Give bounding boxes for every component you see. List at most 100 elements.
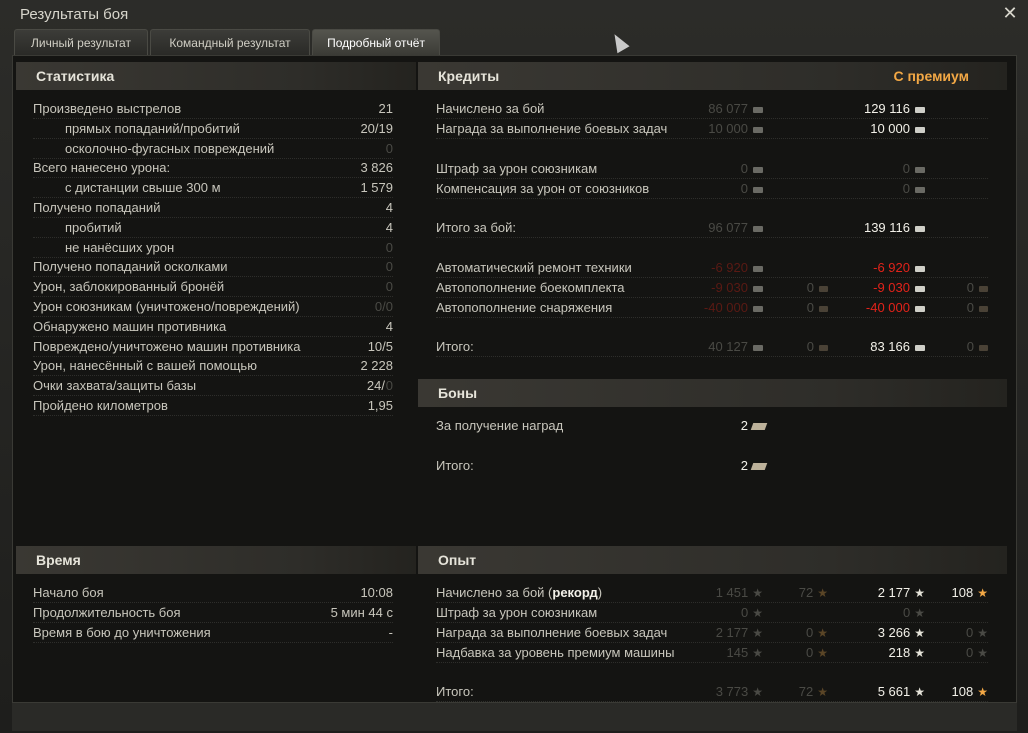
free-xp-premium-value: 0 ★ xyxy=(966,643,988,663)
close-icon[interactable]: ✕ xyxy=(1000,3,1020,23)
credit-icon xyxy=(753,265,763,272)
gold-base-value: 0 xyxy=(807,337,828,357)
report-content: Статистика Произведено выстрелов 21 прямых… xyxy=(12,55,1017,703)
stats-row: Очки захвата/защиты базы 24/0 xyxy=(33,376,393,397)
stats-label: пробитий xyxy=(65,219,122,235)
stats-row: Пройдено километров 1,95 xyxy=(33,396,393,416)
stats-row: Обнаружено машин противника 4 xyxy=(33,317,393,337)
credit-icon xyxy=(753,186,763,193)
stats-value: 0 xyxy=(385,239,393,255)
free-xp-star-icon: ★ xyxy=(817,626,828,640)
gold-icon xyxy=(819,305,828,312)
free-xp-star-icon: ★ xyxy=(977,685,988,699)
credits-base-amount: 0 xyxy=(740,161,748,176)
bonds-label: За получение наград xyxy=(436,418,564,433)
stats-row: с дистанции свыше 300 м 1 579 xyxy=(33,178,393,199)
window-title: Результаты боя xyxy=(20,6,129,23)
credits-row: Итого за бой: 96 077 139 116 xyxy=(436,218,988,238)
credit-icon xyxy=(753,166,763,173)
credits-row: Компенсация за урон от союзников 0 0 xyxy=(436,179,988,199)
xp-star-icon: ★ xyxy=(752,685,763,699)
stats-label: Урон, нанесённый с вашей помощью xyxy=(33,358,257,374)
credits-premium-value: -40 000 xyxy=(866,298,925,318)
stats-row: Получено попаданий 4 xyxy=(33,198,393,218)
time-row: Продолжительность боя 5 мин 44 с xyxy=(33,603,393,623)
stats-label: Повреждено/уничтожено машин противника xyxy=(33,338,301,354)
xp-premium-value: 218 ★ xyxy=(889,643,925,663)
xp-premium-amount: 0 xyxy=(903,605,911,620)
free-xp-base-amount: 0 xyxy=(806,625,814,640)
credit-icon xyxy=(753,344,763,351)
stats-row: пробитий 4 xyxy=(33,218,393,238)
credits-premium-value: 10 000 xyxy=(870,119,925,139)
xp-label: Надбавка за уровень премиум машины xyxy=(436,643,674,663)
tab-team-result[interactable]: Командный результат xyxy=(150,29,310,55)
credit-icon xyxy=(915,265,925,272)
stats-value-secondary: 0 xyxy=(385,378,393,394)
stats-label: осколочно-фугасных повреждений xyxy=(65,140,275,156)
stats-label: Всего нанесено урона: xyxy=(33,160,171,176)
xp-record-label: рекорд xyxy=(552,585,598,600)
credits-label: Автопополнение снаряжения xyxy=(436,300,613,315)
credit-icon xyxy=(753,106,763,113)
gold-icon xyxy=(819,285,828,292)
credits-base-amount: 0 xyxy=(740,181,748,196)
bottom-bar xyxy=(12,703,1017,731)
free-xp-premium-value: 108 ★ xyxy=(952,682,988,702)
credit-icon xyxy=(915,106,925,113)
credits-base-amount: -6 920 xyxy=(711,260,748,275)
credits-premium-value: 0 xyxy=(903,159,925,179)
xp-premium-amount: 3 266 xyxy=(877,625,911,640)
xp-star-icon: ★ xyxy=(752,626,763,640)
xp-base-value: 145 ★ xyxy=(727,643,763,663)
free-xp-base-amount: 72 xyxy=(798,585,814,600)
free-xp-base-value: 72 ★ xyxy=(799,583,828,603)
xp-label: Штраф за урон союзникам xyxy=(436,603,597,623)
credits-base-value: -6 920 xyxy=(711,258,763,278)
credits-label: Итого: xyxy=(436,339,474,354)
bond-icon xyxy=(750,463,768,471)
credits-base-amount: -40 000 xyxy=(703,300,748,315)
xp-star-icon: ★ xyxy=(914,606,925,620)
xp-row: Итого: 3 773 ★ 72 ★ 5 661 ★ 108 ★ xyxy=(436,682,988,702)
free-xp-premium-value: 108 ★ xyxy=(952,583,988,603)
credits-row: Начислено за бой 86 077 129 116 xyxy=(436,99,988,119)
xp-premium-amount: 2 177 xyxy=(877,585,911,600)
credits-row: Автопополнение боекомплекта -9 030 0 -9 030… xyxy=(436,278,988,298)
free-xp-star-icon: ★ xyxy=(817,646,828,660)
stats-label: с дистанции свыше 300 м xyxy=(65,180,221,196)
credit-icon xyxy=(915,225,925,232)
xp-base-amount: 1 451 xyxy=(715,585,749,600)
stats-value: 0/0 xyxy=(374,299,393,314)
stats-label: Произведено выстрелов xyxy=(33,101,182,116)
credits-label: Итого за бой: xyxy=(436,220,517,235)
free-xp-base-amount: 0 xyxy=(806,645,814,660)
tab-detailed-report[interactable]: Подробный отчёт xyxy=(312,29,440,55)
free-xp-base-amount: 72 xyxy=(798,684,814,699)
stats-label: Получено попаданий осколками xyxy=(33,259,228,275)
stats-value: 3 826 xyxy=(360,160,393,176)
xp-base-amount: 145 xyxy=(726,645,749,660)
credit-icon xyxy=(915,285,925,292)
stats-row: Всего нанесено урона: 3 826 xyxy=(33,158,393,179)
xp-base-amount: 0 xyxy=(741,605,749,620)
battle-results-window: Результаты боя ✕ Личный результат Команд… xyxy=(0,0,1028,733)
credits-premium-value: -9 030 xyxy=(873,278,925,298)
gold-icon xyxy=(979,344,988,351)
credits-premium-amount: 139 116 xyxy=(863,220,910,235)
stats-value: 24/ xyxy=(366,378,385,394)
credit-icon xyxy=(915,305,925,312)
stats-row: Урон союзникам (уничтожено/повреждений) 0… xyxy=(33,297,393,317)
stats-row: Произведено выстрелов 21 xyxy=(33,99,393,119)
credits-base-value: 0 xyxy=(741,179,763,199)
xp-label-end: ) xyxy=(597,585,603,600)
credits-header: Кредиты С премиум xyxy=(418,62,1007,90)
gold-icon xyxy=(819,344,828,351)
tab-personal-result[interactable]: Личный результат xyxy=(14,29,148,55)
gold-premium-value: 0 xyxy=(967,298,988,318)
stats-value: 21 xyxy=(378,101,393,116)
stats-label: прямых попаданий/пробитий xyxy=(65,120,240,136)
credits-premium-value: -6 920 xyxy=(873,258,925,278)
stats-label: Получено попаданий xyxy=(33,200,161,215)
credit-icon xyxy=(753,285,763,292)
